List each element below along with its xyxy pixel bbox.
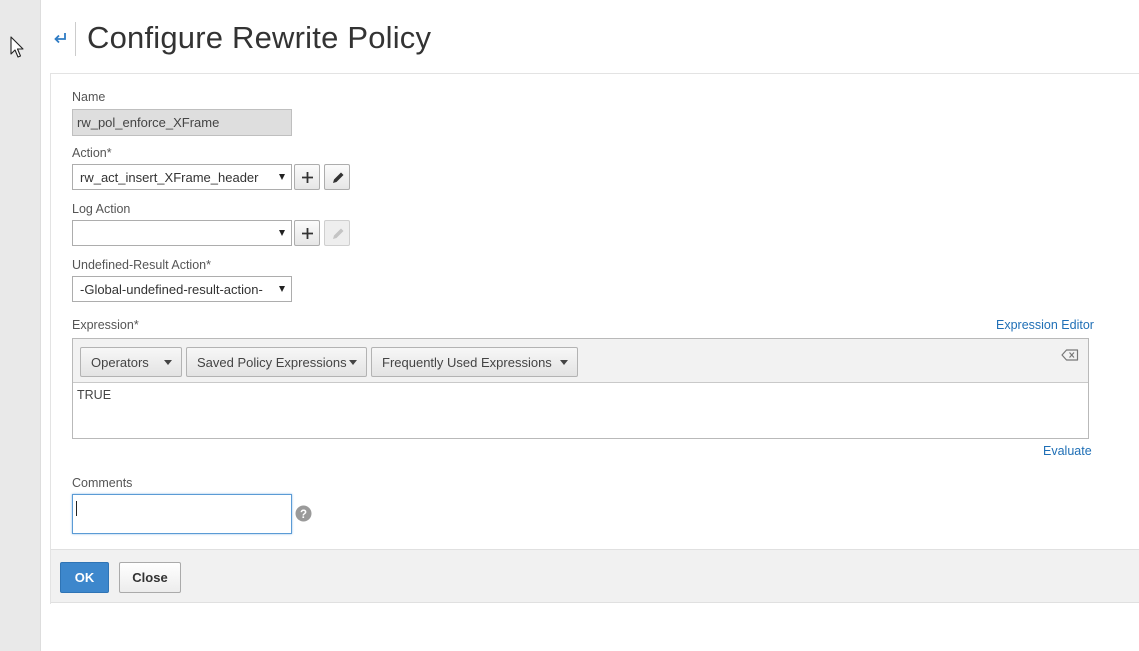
operators-dropdown-label: Operators	[91, 355, 149, 370]
dropdown-arrow-icon	[279, 286, 285, 292]
page-title: Configure Rewrite Policy	[87, 20, 432, 55]
undefined-result-action-label: Undefined-Result Action*	[72, 258, 211, 272]
pencil-icon	[333, 172, 344, 183]
caret-down-icon	[164, 360, 172, 365]
expression-text[interactable]: TRUE	[77, 388, 111, 402]
caret-down-icon	[349, 360, 357, 365]
caret-down-icon	[560, 360, 568, 365]
saved-policy-expressions-label: Saved Policy Expressions	[197, 355, 347, 370]
frequently-used-expressions-dropdown[interactable]: Frequently Used Expressions	[371, 347, 578, 377]
action-select-value: rw_act_insert_XFrame_header	[80, 170, 259, 185]
question-mark-icon[interactable]: ?	[295, 505, 312, 522]
log-action-select[interactable]	[72, 220, 292, 246]
expression-label: Expression*	[72, 318, 139, 332]
mouse-pointer-icon	[10, 36, 24, 58]
name-field[interactable]: rw_pol_enforce_XFrame	[72, 109, 292, 136]
back-arrow-icon[interactable]	[53, 31, 67, 45]
dropdown-arrow-icon	[279, 174, 285, 180]
name-label: Name	[72, 90, 106, 104]
operators-dropdown[interactable]: Operators	[80, 347, 182, 377]
svg-text:?: ?	[300, 509, 307, 521]
expression-editor-link[interactable]: Expression Editor	[996, 318, 1094, 332]
dialog-footer: OK Close	[51, 549, 1139, 603]
ok-button[interactable]: OK	[60, 562, 109, 593]
add-log-action-button[interactable]	[294, 220, 320, 246]
title-divider	[75, 22, 76, 56]
log-action-label: Log Action	[72, 202, 131, 216]
dropdown-arrow-icon	[279, 230, 285, 236]
saved-policy-expressions-dropdown[interactable]: Saved Policy Expressions	[186, 347, 367, 377]
left-rail	[0, 0, 41, 651]
add-action-button[interactable]	[294, 164, 320, 190]
expression-toolbar: Operators Saved Policy Expressions Frequ…	[73, 339, 1088, 383]
edit-log-action-button	[324, 220, 350, 246]
action-select[interactable]: rw_act_insert_XFrame_header	[72, 164, 292, 190]
expression-box: Operators Saved Policy Expressions Frequ…	[72, 338, 1089, 439]
backspace-icon[interactable]	[1061, 349, 1079, 361]
undefined-result-action-value: -Global-undefined-result-action-	[80, 282, 263, 297]
action-label: Action*	[72, 146, 112, 160]
panel-border	[50, 73, 51, 604]
page-header: Configure Rewrite Policy	[51, 0, 1139, 74]
plus-icon	[302, 172, 313, 183]
close-button[interactable]: Close	[119, 562, 181, 593]
undefined-result-action-select[interactable]: -Global-undefined-result-action-	[72, 276, 292, 302]
edit-action-button[interactable]	[324, 164, 350, 190]
comments-field[interactable]	[72, 494, 292, 534]
evaluate-link[interactable]: Evaluate	[1043, 444, 1092, 458]
text-caret	[76, 501, 77, 516]
frequently-used-expressions-label: Frequently Used Expressions	[382, 355, 552, 370]
plus-icon	[302, 228, 313, 239]
pencil-icon	[333, 228, 344, 239]
comments-label: Comments	[72, 476, 133, 490]
